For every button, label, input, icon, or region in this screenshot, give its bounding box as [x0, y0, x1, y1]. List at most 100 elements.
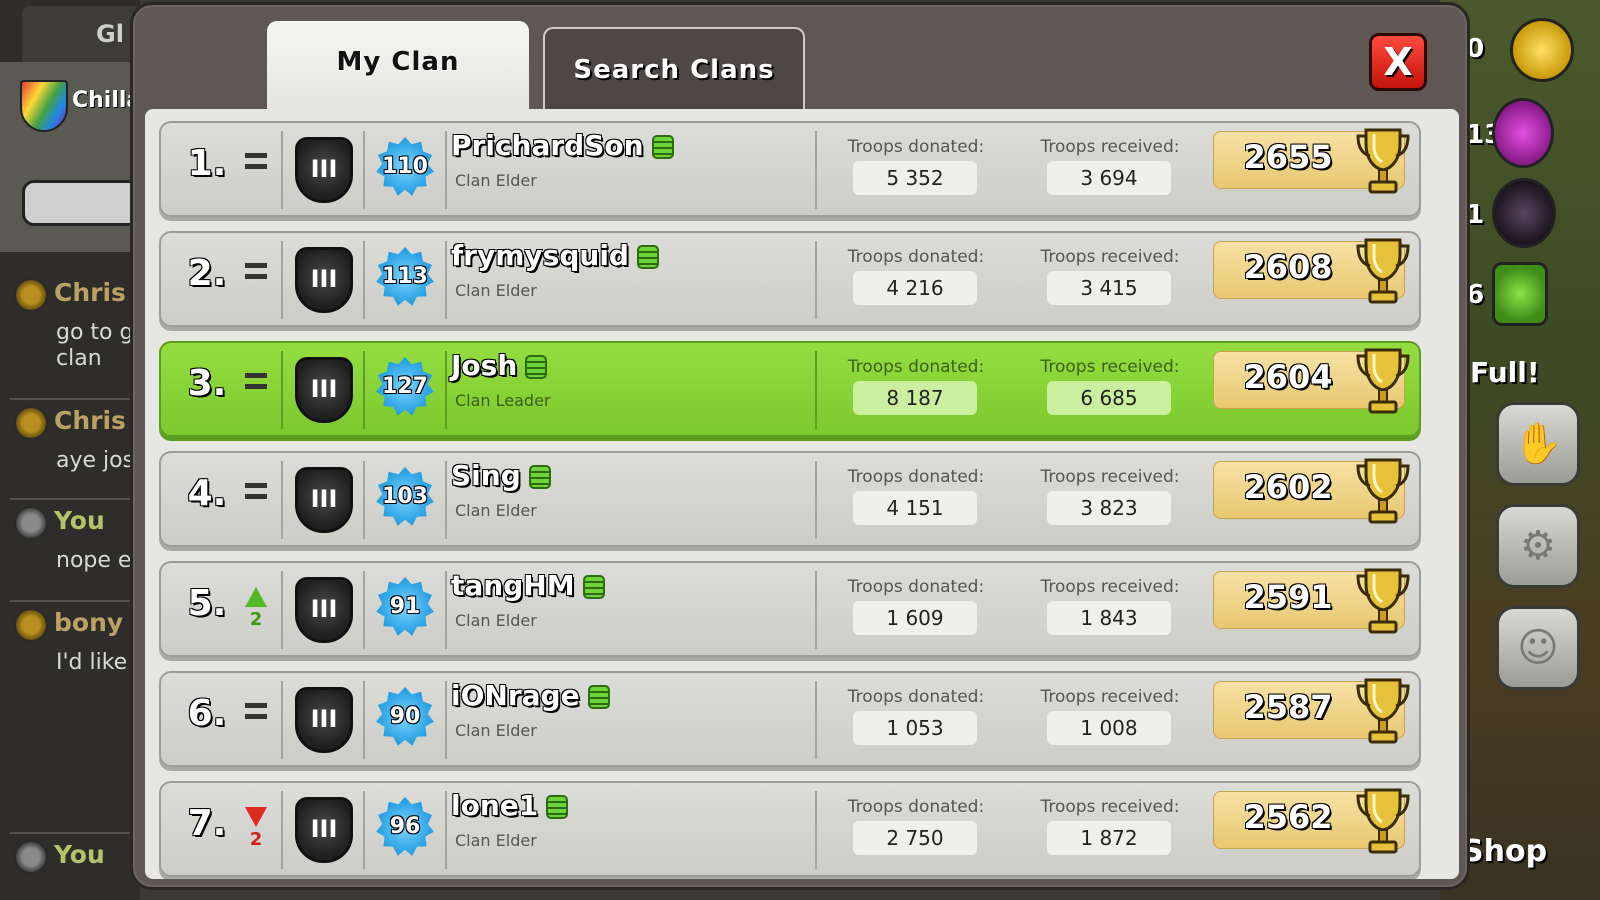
move-hand-icon[interactable]: ✋ [1496, 402, 1580, 486]
player-name-line[interactable]: tangHM [451, 569, 605, 602]
rank-unchanged-icon [245, 703, 267, 719]
online-status-icon [528, 465, 551, 489]
column-divider [445, 351, 447, 429]
close-button[interactable]: X [1369, 33, 1427, 91]
column-divider [815, 461, 817, 539]
player-name-line[interactable]: iONrage [451, 679, 610, 712]
experience-level-badge: 103 [376, 467, 434, 526]
player-name[interactable]: iONrage [451, 679, 580, 712]
rank-up-icon [245, 587, 267, 607]
member-row[interactable]: 2. III 113 frymysquid Clan Elder Troops donat… [159, 231, 1421, 327]
player-name[interactable]: Sing [451, 459, 521, 492]
chat-text: nope e [56, 548, 132, 573]
column-divider [281, 681, 283, 759]
rank-change [241, 145, 271, 195]
player-name-line[interactable]: lone1 [451, 789, 569, 822]
troops-donated-value: 5 352 [853, 161, 977, 195]
rank-change [241, 255, 271, 305]
column-divider [815, 241, 817, 319]
chat-sender: Chris [54, 406, 126, 435]
rank-change: 2 [241, 805, 271, 855]
troops-donated-value: 1 609 [853, 601, 977, 635]
member-list[interactable]: 1. III 110 PrichardSon Clan Elder Troops dona… [145, 109, 1459, 879]
social-icon[interactable]: ☺ [1496, 606, 1580, 690]
player-role: Clan Elder [455, 171, 537, 190]
experience-level-badge: 113 [376, 247, 434, 306]
column-divider [815, 131, 817, 209]
column-divider [815, 351, 817, 429]
troops-received-label: Troops received: [1040, 137, 1180, 157]
dark-elixir-icon [1492, 178, 1556, 248]
rank-number: 6. [187, 693, 227, 734]
rank-change [241, 365, 271, 415]
league-shield-icon: III [295, 467, 353, 533]
troops-donated-value: 1 053 [853, 711, 977, 745]
tab-search-clans[interactable]: Search Clans [543, 27, 805, 111]
rank-change: 2 [241, 585, 271, 635]
chat-text: aye jos [56, 448, 135, 473]
troops-received-label: Troops received: [1040, 797, 1180, 817]
column-divider [363, 571, 365, 649]
troops-received-value: 3 823 [1047, 491, 1171, 525]
troops-received-label: Troops received: [1040, 687, 1180, 707]
gear-icon[interactable]: ⚙ [1496, 504, 1580, 588]
chat-divider [10, 600, 130, 602]
trophy-box: 2587 [1213, 678, 1410, 744]
online-status-icon [651, 135, 674, 159]
gold-coin-icon [1510, 18, 1574, 82]
online-status-icon [525, 355, 548, 379]
chat-sender: bony [54, 608, 124, 637]
player-name-line[interactable]: Sing [451, 459, 551, 492]
trophy-count: 2587 [1243, 688, 1333, 726]
troops-donated-value: 4 216 [853, 271, 977, 305]
league-badge-icon [14, 278, 48, 312]
experience-level-badge: 91 [376, 577, 434, 636]
column-divider [281, 791, 283, 869]
chat-input[interactable] [22, 180, 140, 226]
rank-number: 4. [187, 473, 227, 514]
rank-down-icon [245, 807, 267, 827]
player-name-line[interactable]: PrichardSon [451, 129, 674, 162]
player-name-line[interactable]: Josh [451, 349, 548, 382]
player-role: Clan Elder [455, 721, 537, 740]
rank-number: 2. [187, 253, 227, 294]
rank-number: 5. [187, 583, 227, 624]
player-name[interactable]: tangHM [451, 569, 575, 602]
troops-donated-label: Troops donated: [847, 137, 985, 157]
column-divider [363, 351, 365, 429]
online-status-icon [636, 245, 659, 269]
league-shield-icon: III [295, 137, 353, 203]
shop-button[interactable]: Shop [1462, 834, 1547, 869]
member-row[interactable]: 6. III 90 iONrage Clan Elder Troops donated: 1… [159, 671, 1421, 767]
league-badge-icon [14, 406, 48, 440]
player-name[interactable]: frymysquid [451, 239, 629, 272]
member-row[interactable]: 4. III 103 Sing Clan Elder Troops donated: 4 1… [159, 451, 1421, 547]
player-name[interactable]: lone1 [451, 789, 538, 822]
column-divider [281, 351, 283, 429]
troops-received-label: Troops received: [1040, 357, 1180, 377]
column-divider [815, 681, 817, 759]
trophy-icon [1354, 674, 1412, 752]
troops-donated-label: Troops donated: [847, 797, 985, 817]
trophy-box: 2602 [1213, 458, 1410, 524]
player-name[interactable]: Josh [451, 349, 517, 382]
tab-my-clan[interactable]: My Clan [267, 21, 529, 111]
member-row[interactable]: 1. III 110 PrichardSon Clan Elder Troops dona… [159, 121, 1421, 217]
player-role: Clan Elder [455, 501, 537, 520]
league-badge-icon [14, 608, 48, 642]
rank-number: 3. [187, 363, 227, 404]
column-divider [445, 241, 447, 319]
column-divider [445, 131, 447, 209]
league-shield-icon: III [295, 577, 353, 643]
player-name[interactable]: PrichardSon [451, 129, 644, 162]
trophy-box: 2655 [1213, 128, 1410, 194]
rank-unchanged-icon [245, 373, 267, 389]
member-row[interactable]: 7. 2 III 96 lone1 Clan Elder Troops donated: 2 … [159, 781, 1421, 877]
rank-number: 1. [187, 143, 227, 184]
member-row[interactable]: 3. III 127 Josh Clan Leader Troops donated: 8 … [159, 341, 1421, 437]
troops-donated-value: 4 151 [853, 491, 977, 525]
member-row[interactable]: 5. 2 III 91 tangHM Clan Elder Troops donated: 1… [159, 561, 1421, 657]
global-chat-tab[interactable]: Gl [22, 6, 142, 62]
player-name-line[interactable]: frymysquid [451, 239, 659, 272]
trophy-icon [1354, 784, 1412, 862]
